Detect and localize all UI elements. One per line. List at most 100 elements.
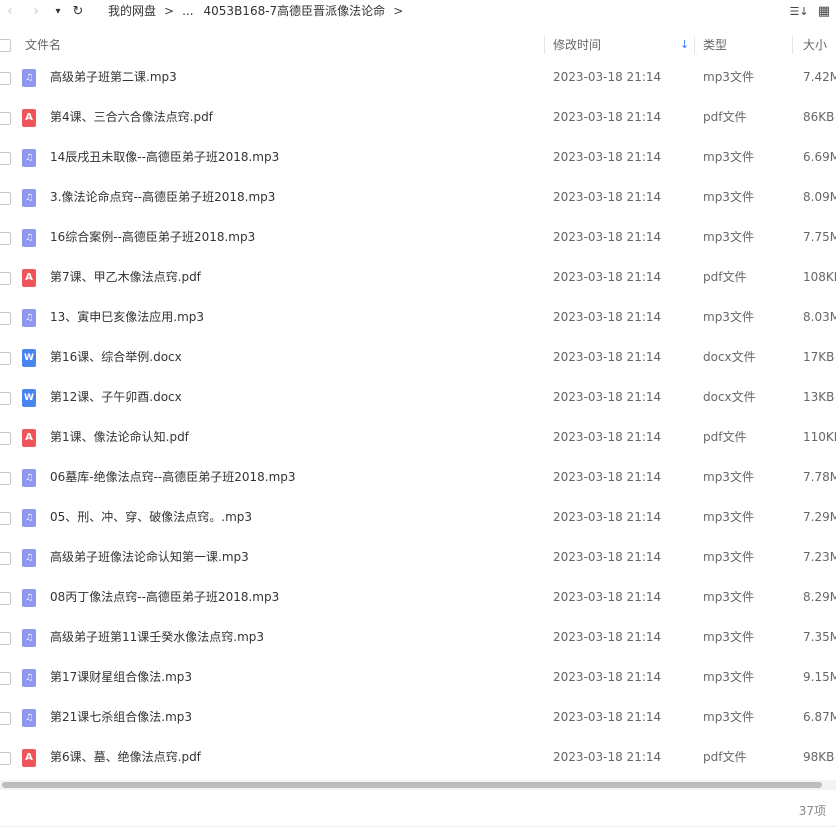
row-checkbox[interactable] (0, 272, 11, 285)
file-modified-date: 2023-03-18 21:14 (553, 670, 662, 684)
view-mode-icon[interactable]: ▦ (815, 2, 833, 22)
file-size: 7.78M (803, 470, 836, 484)
file-type: mp3文件 (703, 510, 754, 524)
file-type: mp3文件 (703, 670, 754, 684)
row-checkbox[interactable] (0, 72, 11, 85)
mp3-file-icon (22, 229, 36, 247)
file-name: 08丙丁像法点窍--高德臣弟子班2018.mp3 (50, 590, 280, 604)
column-type-header[interactable]: 类型 (703, 32, 727, 58)
history-dropdown-icon[interactable]: ▾ (52, 2, 64, 22)
row-checkbox[interactable] (0, 712, 11, 725)
file-row[interactable]: 06墓库-绝像法点窍--高德臣弟子班2018.mp3 2023-03-18 21:… (0, 458, 836, 498)
file-type: pdf文件 (703, 270, 747, 284)
breadcrumb-separator: > (393, 4, 404, 18)
divider (0, 826, 836, 827)
back-icon[interactable]: ‹ (2, 2, 18, 22)
file-type: pdf文件 (703, 430, 747, 444)
file-row[interactable]: 16综合案例--高德臣弟子班2018.mp3 2023-03-18 21:14 mp… (0, 218, 836, 258)
row-checkbox[interactable] (0, 392, 11, 405)
file-modified-date: 2023-03-18 21:14 (553, 430, 662, 444)
file-type: pdf文件 (703, 110, 747, 124)
file-row[interactable]: 14辰戌丑未取像--高德臣弟子班2018.mp3 2023-03-18 21:14… (0, 138, 836, 178)
file-row[interactable]: 第1课、像法论命认知.pdf 2023-03-18 21:14 pdf文件 110KB (0, 418, 836, 458)
column-divider[interactable] (544, 36, 545, 54)
horizontal-scrollbar[interactable] (0, 780, 836, 790)
row-checkbox[interactable] (0, 312, 11, 325)
file-type: mp3文件 (703, 310, 754, 324)
file-name: 13、寅申巳亥像法应用.mp3 (50, 310, 205, 324)
file-row[interactable]: 高级弟子班第二课.mp3 2023-03-18 21:14 mp3文件 7.42M (0, 58, 836, 98)
forward-icon[interactable]: › (28, 2, 44, 22)
breadcrumb-ellipsis[interactable]: ... (182, 4, 193, 18)
row-checkbox[interactable] (0, 552, 11, 565)
file-size: 7.23M (803, 550, 836, 564)
breadcrumb-current-folder[interactable]: 4053B168-7高德臣晋派像法论命 (204, 4, 386, 18)
file-type: mp3文件 (703, 710, 754, 724)
file-name: 高级弟子班第11课壬癸水像法点窍.mp3 (50, 630, 265, 644)
column-date-header[interactable]: 修改时间 (553, 32, 601, 58)
row-checkbox[interactable] (0, 512, 11, 525)
column-size-header[interactable]: 大小 (803, 32, 827, 58)
file-type: pdf文件 (703, 750, 747, 764)
row-checkbox[interactable] (0, 752, 11, 765)
file-list-header: 文件名 修改时间 ↓ 类型 大小 (0, 32, 836, 58)
file-row[interactable]: 第21课七杀组合像法.mp3 2023-03-18 21:14 mp3文件 6.87M (0, 698, 836, 738)
file-name: 05、刑、冲、穿、破像法点窍。.mp3 (50, 510, 253, 524)
mp3-file-icon (22, 549, 36, 567)
mp3-file-icon (22, 669, 36, 687)
row-checkbox[interactable] (0, 352, 11, 365)
mp3-file-icon (22, 509, 36, 527)
mp3-file-icon (22, 629, 36, 647)
row-checkbox[interactable] (0, 192, 11, 205)
file-row[interactable]: 第4课、三合六合像法点窍.pdf 2023-03-18 21:14 pdf文件 86K… (0, 98, 836, 138)
file-size: 8.03M (803, 310, 836, 324)
file-modified-date: 2023-03-18 21:14 (553, 70, 662, 84)
sort-options-icon[interactable]: ☰↓ (788, 2, 810, 22)
select-all-checkbox[interactable] (0, 39, 11, 52)
pdf-file-icon (22, 429, 36, 447)
file-name: 第12课、子午卯酉.docx (50, 390, 182, 404)
file-modified-date: 2023-03-18 21:14 (553, 390, 662, 404)
file-type: mp3文件 (703, 550, 754, 564)
file-modified-date: 2023-03-18 21:14 (553, 190, 662, 204)
sort-desc-icon: ↓ (680, 38, 690, 51)
file-modified-date: 2023-03-18 21:14 (553, 230, 662, 244)
row-checkbox[interactable] (0, 592, 11, 605)
file-type: docx文件 (703, 390, 756, 404)
file-name: 14辰戌丑未取像--高德臣弟子班2018.mp3 (50, 150, 280, 164)
file-size: 7.75M (803, 230, 836, 244)
file-modified-date: 2023-03-18 21:14 (553, 470, 662, 484)
row-checkbox[interactable] (0, 112, 11, 125)
file-row[interactable]: 3.像法论命点窍--高德臣弟子班2018.mp3 2023-03-18 21:14… (0, 178, 836, 218)
file-name: 3.像法论命点窍--高德臣弟子班2018.mp3 (50, 190, 276, 204)
breadcrumb: 我的网盘 >... 4053B168-7高德臣晋派像法论命 > (108, 0, 411, 24)
breadcrumb-separator: > (164, 4, 175, 18)
file-row[interactable]: 第17课财星组合像法.mp3 2023-03-18 21:14 mp3文件 9.15M (0, 658, 836, 698)
column-divider[interactable] (694, 36, 695, 54)
file-modified-date: 2023-03-18 21:14 (553, 350, 662, 364)
file-size: 17KB (803, 350, 835, 364)
row-checkbox[interactable] (0, 632, 11, 645)
row-checkbox[interactable] (0, 432, 11, 445)
file-name: 06墓库-绝像法点窍--高德臣弟子班2018.mp3 (50, 470, 296, 484)
scrollbar-thumb[interactable] (2, 782, 822, 788)
file-row[interactable]: 第6课、墓、绝像法点窍.pdf 2023-03-18 21:14 pdf文件 98KB (0, 738, 836, 778)
column-divider[interactable] (792, 36, 793, 54)
breadcrumb-root[interactable]: 我的网盘 (108, 4, 156, 18)
row-checkbox[interactable] (0, 232, 11, 245)
file-row[interactable]: 高级弟子班像法论命认知第一课.mp3 2023-03-18 21:14 mp3文件 7… (0, 538, 836, 578)
mp3-file-icon (22, 469, 36, 487)
column-name-header[interactable]: 文件名 (25, 32, 61, 58)
file-row[interactable]: 高级弟子班第11课壬癸水像法点窍.mp3 2023-03-18 21:14 mp3文… (0, 618, 836, 658)
file-row[interactable]: 05、刑、冲、穿、破像法点窍。.mp3 2023-03-18 21:14 mp3文件… (0, 498, 836, 538)
row-checkbox[interactable] (0, 472, 11, 485)
file-row[interactable]: 第16课、综合举例.docx 2023-03-18 21:14 docx文件 17KB (0, 338, 836, 378)
file-row[interactable]: 第7课、甲乙木像法点窍.pdf 2023-03-18 21:14 pdf文件 108K… (0, 258, 836, 298)
file-row[interactable]: 第12课、子午卯酉.docx 2023-03-18 21:14 docx文件 13KB (0, 378, 836, 418)
file-row[interactable]: 08丙丁像法点窍--高德臣弟子班2018.mp3 2023-03-18 21:14… (0, 578, 836, 618)
row-checkbox[interactable] (0, 152, 11, 165)
row-checkbox[interactable] (0, 672, 11, 685)
file-size: 8.29M (803, 590, 836, 604)
file-row[interactable]: 13、寅申巳亥像法应用.mp3 2023-03-18 21:14 mp3文件 8.03… (0, 298, 836, 338)
refresh-icon[interactable]: ↻ (69, 2, 87, 22)
